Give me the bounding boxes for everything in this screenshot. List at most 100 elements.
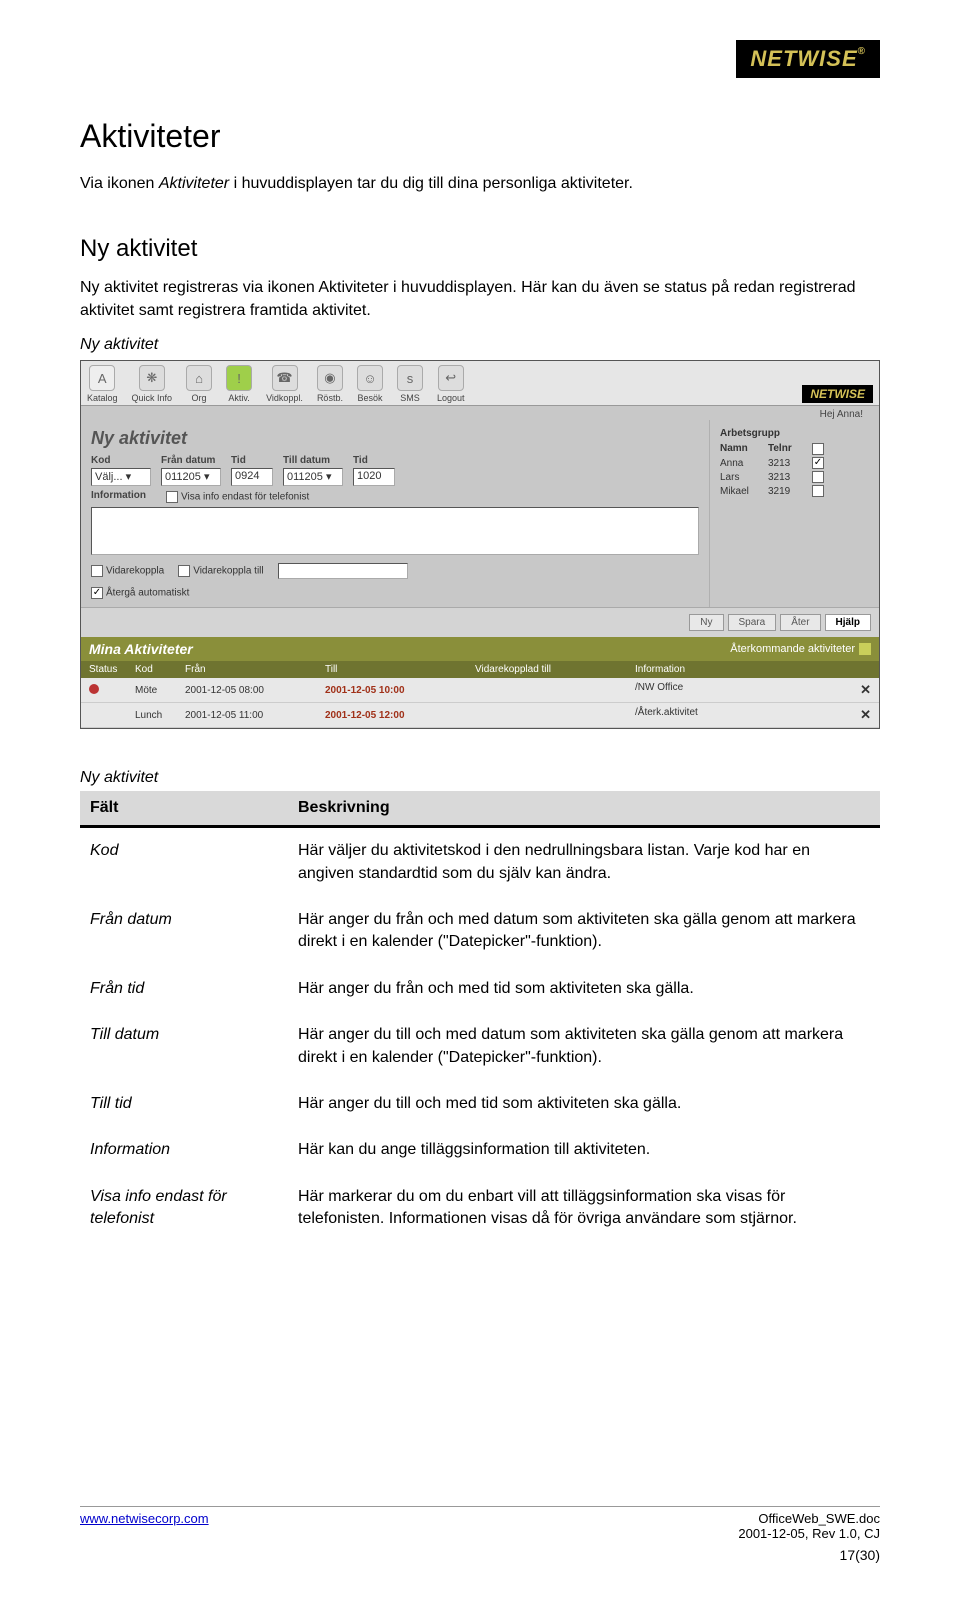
ag-head-check[interactable]: [812, 443, 824, 455]
mina-row: Lunch 2001-12-05 11:00 2001-12-05 12:00 …: [81, 703, 879, 728]
ag-head-name: Namn: [720, 443, 764, 455]
app-screenshot: AKatalog ❋Quick Info ⌂Org !Aktiv. ☎Vidko…: [80, 360, 880, 729]
field-description-table: Fält Beskrivning KodHär väljer du aktivi…: [80, 791, 880, 1242]
ag-check[interactable]: [812, 457, 824, 469]
field-desc: Här anger du från och med datum som akti…: [288, 897, 880, 966]
toolbar-label: Org: [192, 393, 207, 403]
toolbar-org[interactable]: ⌂Org: [186, 365, 212, 403]
toolbar-vidkoppl[interactable]: ☎Vidkoppl.: [266, 365, 303, 403]
ag-check[interactable]: [812, 485, 824, 497]
logo-bar: NETWISE®: [80, 40, 880, 78]
field-desc: Här markerar du om du enbart vill att ti…: [288, 1174, 880, 1243]
visit-icon: ☺: [357, 365, 383, 391]
table-row: InformationHär kan du ange tilläggsinfor…: [80, 1127, 880, 1173]
ag-name: Anna: [720, 458, 764, 469]
intro-pre: Via ikonen: [80, 175, 159, 192]
toolbar-logout[interactable]: ↩ Logout: [437, 365, 465, 403]
vidarekoppla-till-checkbox[interactable]: [178, 565, 190, 577]
vidarekoppla-checkbox[interactable]: [91, 565, 103, 577]
button-row: Ny Spara Åter Hjälp: [81, 607, 879, 637]
toolbar-quickinfo[interactable]: ❋Quick Info: [132, 365, 173, 403]
hjalp-button[interactable]: Hjälp: [825, 614, 871, 631]
kod-label: Kod: [91, 455, 151, 466]
mh-till: Till: [325, 664, 475, 675]
mina-recur[interactable]: Återkommande aktiviteter: [730, 643, 855, 655]
toolbar-rostb[interactable]: ◉ Röstb.: [317, 365, 343, 403]
intro-paragraph: Via ikonen Aktiviteter i huvuddisplayen …: [80, 173, 880, 195]
mina-till: 2001-12-05 12:00: [325, 710, 475, 721]
fran-tid-label: Tid: [231, 455, 273, 466]
vkt-label: Vidarekoppla till: [193, 566, 263, 577]
th-desc: Beskrivning: [288, 791, 880, 827]
table-caption: Ny aktivitet: [80, 769, 880, 787]
intro-em: Aktiviteter: [159, 175, 229, 192]
mina-aktiviteter-bar: Mina Aktiviteter Återkommande aktivitete…: [81, 637, 879, 661]
heading-aktiviteter: Aktiviteter: [80, 118, 880, 155]
logout-icon: ↩: [438, 365, 464, 391]
toolbar-besok[interactable]: ☺ Besök: [357, 365, 383, 403]
brand-text: NETWISE: [750, 46, 857, 71]
field-name: Kod: [80, 827, 288, 897]
table-row: KodHär väljer du aktivitetskod i den ned…: [80, 827, 880, 897]
ag-row: Lars 3213: [720, 471, 869, 483]
table-row: Till tidHär anger du till och med tid so…: [80, 1081, 880, 1127]
vk-label: Vidarekoppla: [106, 566, 164, 577]
table-row: Från tidHär anger du från och med tid so…: [80, 966, 880, 1012]
toolbar-label: Röstb.: [317, 393, 343, 403]
info-label: Information: [91, 490, 146, 501]
information-textarea[interactable]: [91, 507, 699, 555]
fran-datum-value: 011205: [165, 471, 201, 483]
ag-tel: 3219: [768, 486, 808, 497]
ny-button[interactable]: Ny: [689, 614, 723, 631]
toolbar-label: Logout: [437, 393, 465, 403]
page-number: 17(30): [738, 1547, 880, 1563]
ater-button[interactable]: Åter: [780, 614, 820, 631]
sms-icon: s: [397, 365, 423, 391]
field-desc: Här anger du till och med tid som aktivi…: [288, 1081, 880, 1127]
voicemail-icon: ◉: [317, 365, 343, 391]
field-desc: Här kan du ange tilläggsinformation till…: [288, 1127, 880, 1173]
toolbar-label: Quick Info: [132, 393, 173, 403]
para2-pre: Ny aktivitet registreras via ikonen: [80, 279, 318, 296]
field-desc: Här anger du till och med datum som akti…: [288, 1012, 880, 1081]
kod-select[interactable]: Välj... ▾: [91, 468, 151, 486]
ag-row: Mikael 3219: [720, 485, 869, 497]
field-name: Från tid: [80, 966, 288, 1012]
till-datum-input[interactable]: 011205 ▾: [283, 468, 343, 486]
para2-em: Aktiviteter: [318, 279, 388, 296]
mh-kod: Kod: [135, 664, 185, 675]
page-footer: www.netwisecorp.com OfficeWeb_SWE.doc 20…: [80, 1506, 880, 1563]
forward-icon: ☎: [272, 365, 298, 391]
ag-name: Mikael: [720, 486, 764, 497]
status-dot-icon: [89, 684, 99, 694]
mina-kod: Lunch: [135, 710, 185, 721]
toolbar-sms[interactable]: sSMS: [397, 365, 423, 403]
fran-tid-input[interactable]: 0924: [231, 468, 273, 486]
vidarekoppla-till-input[interactable]: [278, 563, 408, 579]
mh-vk: Vidarekopplad till: [475, 664, 635, 675]
till-datum-label: Till datum: [283, 455, 343, 466]
delete-icon[interactable]: ✕: [860, 707, 871, 723]
field-name: Till tid: [80, 1081, 288, 1127]
ag-name: Lars: [720, 472, 764, 483]
fran-datum-label: Från datum: [161, 455, 221, 466]
mh-info: Information: [635, 664, 871, 675]
toolbar-katalog[interactable]: AKatalog: [87, 365, 118, 403]
mina-title: Mina Aktiviteter: [89, 641, 193, 657]
toolbar-label: Besök: [357, 393, 382, 403]
table-row: Visa info endast för telefonistHär marke…: [80, 1174, 880, 1243]
ag-check[interactable]: [812, 471, 824, 483]
table-row: Till datumHär anger du till och med datu…: [80, 1012, 880, 1081]
mina-row: Möte 2001-12-05 08:00 2001-12-05 10:00 /…: [81, 678, 879, 703]
till-datum-value: 011205: [287, 471, 323, 483]
aterga-checkbox[interactable]: [91, 587, 103, 599]
visa-info-checkbox[interactable]: [166, 491, 178, 503]
footer-url[interactable]: www.netwisecorp.com: [80, 1511, 209, 1526]
spara-button[interactable]: Spara: [728, 614, 777, 631]
delete-icon[interactable]: ✕: [860, 682, 871, 698]
toolbar-aktiv[interactable]: !Aktiv.: [226, 365, 252, 403]
toolbar-label: Katalog: [87, 393, 118, 403]
fran-datum-input[interactable]: 011205 ▾: [161, 468, 221, 486]
till-tid-input[interactable]: 1020: [353, 468, 395, 486]
till-tid-label: Tid: [353, 455, 395, 466]
